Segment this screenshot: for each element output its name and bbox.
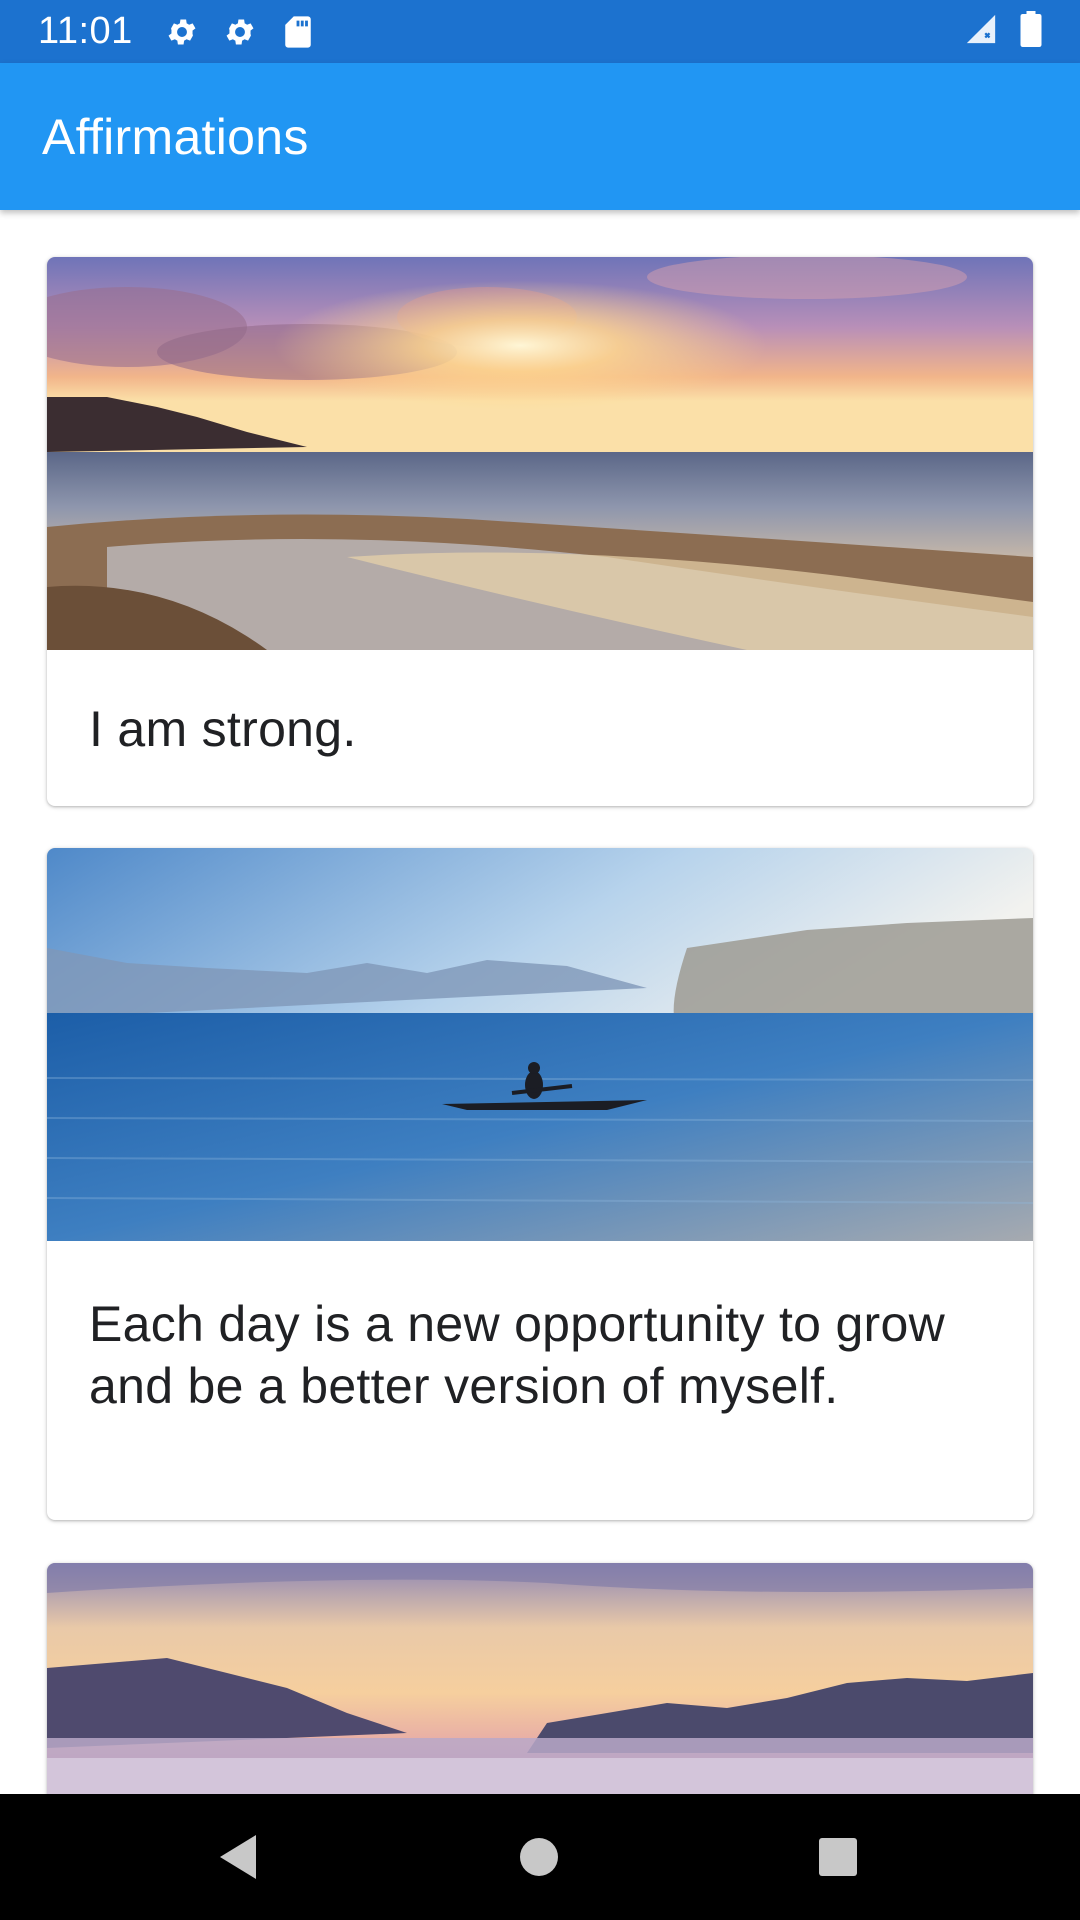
affirmation-card[interactable] — [47, 1563, 1033, 1794]
battery-icon — [1020, 11, 1042, 52]
app-bar: Affirmations — [0, 63, 1080, 210]
app-title: Affirmations — [42, 108, 309, 165]
lake-kayak-image — [47, 848, 1033, 1241]
gear-icon — [221, 13, 259, 51]
system-nav-bar — [0, 1794, 1080, 1920]
back-icon[interactable] — [213, 1832, 263, 1882]
mountain-sunset-image — [47, 1563, 1033, 1794]
affirmations-list[interactable]: I am strong. Each day is a new opportuni… — [0, 210, 1080, 1794]
status-time: 11:01 — [38, 10, 133, 52]
sd-card-icon — [279, 13, 317, 51]
beach-sunset-image — [47, 257, 1033, 650]
affirmation-text: Each day is a new opportunity to grow an… — [89, 1296, 946, 1414]
signal-icon — [964, 12, 998, 51]
affirmation-card[interactable]: Each day is a new opportunity to grow an… — [47, 848, 1033, 1520]
status-right-icons — [964, 11, 1042, 52]
gear-icon — [163, 13, 201, 51]
status-bar: 11:01 — [0, 0, 1080, 63]
affirmation-text: I am strong. — [89, 701, 357, 757]
home-icon[interactable] — [514, 1832, 564, 1882]
recents-icon[interactable] — [813, 1832, 863, 1882]
affirmation-card[interactable]: I am strong. — [47, 257, 1033, 806]
